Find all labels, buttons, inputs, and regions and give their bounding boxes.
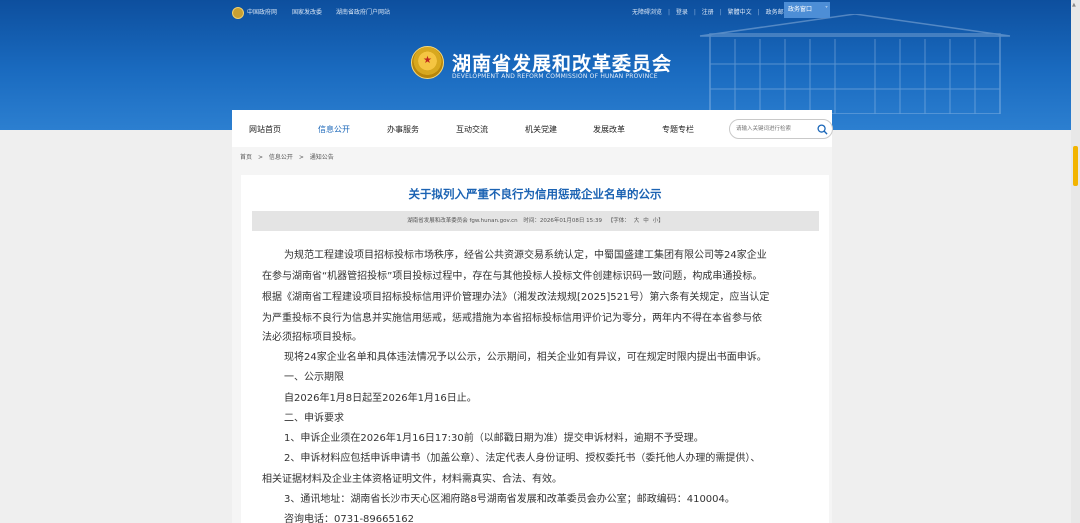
scroll-up-icon[interactable]: ▲: [1072, 2, 1076, 8]
contact-phone: 咨询电话：0731-89665162: [284, 514, 414, 523]
nav-home[interactable]: 网站首页: [249, 124, 281, 135]
font-size-label: 【字体：: [607, 218, 630, 224]
search-icon[interactable]: [817, 124, 828, 135]
paragraph-line: 3、通讯地址：湖南省长沙市天心区湘府路8号湖南省发展和改革委员会办公室；邮政编码…: [284, 494, 735, 505]
nav-special-topics[interactable]: 专题专栏: [662, 124, 694, 135]
mobile-window-label: 政务窗口: [788, 6, 813, 13]
paragraph-line: 法必须招标项目投标。: [262, 332, 362, 343]
section-heading: 二、申诉要求: [284, 413, 344, 424]
font-large-link[interactable]: 大: [634, 218, 640, 224]
search-input[interactable]: [736, 123, 814, 135]
link-hunan-gov[interactable]: 湖南省政府门户网站: [336, 7, 390, 16]
register-link[interactable]: 注册: [702, 9, 714, 16]
breadcrumb-separator: >: [298, 154, 304, 161]
link-gov-cn[interactable]: 中国政府网: [247, 7, 277, 16]
paragraph-line: 为严重投标不良行为信息并实施信用惩戒，惩戒措施为本省招标投标信用评价记为零分，两…: [262, 313, 762, 324]
site-title: 湖南省发展和改革委员会: [452, 53, 673, 75]
paragraph-line: 在参与湖南省“机器管招投标”项目投标过程中，存在与其他投标人投标文件创建标识码一…: [262, 271, 763, 282]
user-links: 无障碍浏览 | 登录 | 注册 | 繁體中文 | 政务邮箱: [632, 9, 790, 16]
breadcrumb-home[interactable]: 首页: [240, 154, 252, 161]
paragraph-line: 1、申诉企业须在2026年1月16日17:30前（以邮戳日期为准）提交申诉材料，…: [284, 433, 704, 444]
breadcrumb-info[interactable]: 信息公开: [269, 154, 293, 161]
scrollbar-thumb[interactable]: [1073, 146, 1078, 186]
paragraph-line: 自2026年1月8日起至2026年1月16日止。: [284, 393, 477, 404]
building-illustration: [699, 14, 1011, 114]
paragraph-line: 为规范工程建设项目招标投标市场秩序，经省公共资源交易系统认定，中蜀国盛建工集团有…: [284, 250, 767, 261]
nav-info-disclosure[interactable]: 信息公开: [318, 124, 350, 135]
paragraph-line: 现将24家企业名单和具体违法情况予以公示，公示期间，相关企业如有异议，可在规定时…: [284, 352, 767, 363]
scrollbar-track[interactable]: [1071, 0, 1080, 523]
article-meta: 湖南省发展和改革委员会 fgw.hunan.gov.cn 时间：2026年01月…: [252, 211, 819, 231]
font-medium-link[interactable]: 中: [643, 218, 649, 224]
breadcrumb-notice[interactable]: 通知公告: [310, 154, 334, 161]
nav-development-reform[interactable]: 发展改革: [593, 124, 625, 135]
paragraph-line: 2、申诉材料应包括申诉申请书（加盖公章）、法定代表人身份证明、授权委托书（委托他…: [284, 453, 761, 464]
emblem-logo-icon: ★: [411, 46, 444, 79]
site-subtitle: DEVELOPMENT AND REFORM COMMISSION OF HUN…: [452, 73, 658, 80]
breadcrumb: 首页 > 信息公开 > 通知公告: [240, 152, 338, 161]
login-link[interactable]: 登录: [676, 9, 688, 16]
nav-services[interactable]: 办事服务: [387, 124, 419, 135]
accessibility-link[interactable]: 无障碍浏览: [632, 9, 662, 16]
paragraph-line: 根据《湖南省工程建设项目招标投标信用评价管理办法》（湘发改法规规[2025]52…: [262, 292, 770, 303]
paragraph-line: 相关证据材料及企业主体资格证明文件，材料需真实、合法、有效。: [262, 474, 562, 485]
nav-party-building[interactable]: 机关党建: [525, 124, 557, 135]
chevron-down-icon: ˅: [825, 6, 828, 13]
nav-interaction[interactable]: 互动交流: [456, 124, 488, 135]
mobile-window-button[interactable]: 政务窗口 ˅: [784, 2, 830, 18]
link-ndrc[interactable]: 国家发改委: [292, 7, 322, 16]
article-source: 湖南省发展和改革委员会 fgw.hunan.gov.cn: [407, 218, 518, 224]
font-small-link[interactable]: 小】: [653, 218, 664, 224]
section-heading: 一、公示期限: [284, 372, 344, 383]
search-box: [729, 119, 833, 139]
national-emblem-icon: [232, 7, 244, 19]
traditional-chinese-link[interactable]: 繁體中文: [728, 9, 752, 16]
breadcrumb-separator: >: [257, 154, 263, 161]
article-title: 关于拟列入严重不良行为信用惩戒企业名单的公示: [408, 187, 662, 201]
article-time: 时间：2026年01月08日 15:39: [523, 218, 602, 224]
